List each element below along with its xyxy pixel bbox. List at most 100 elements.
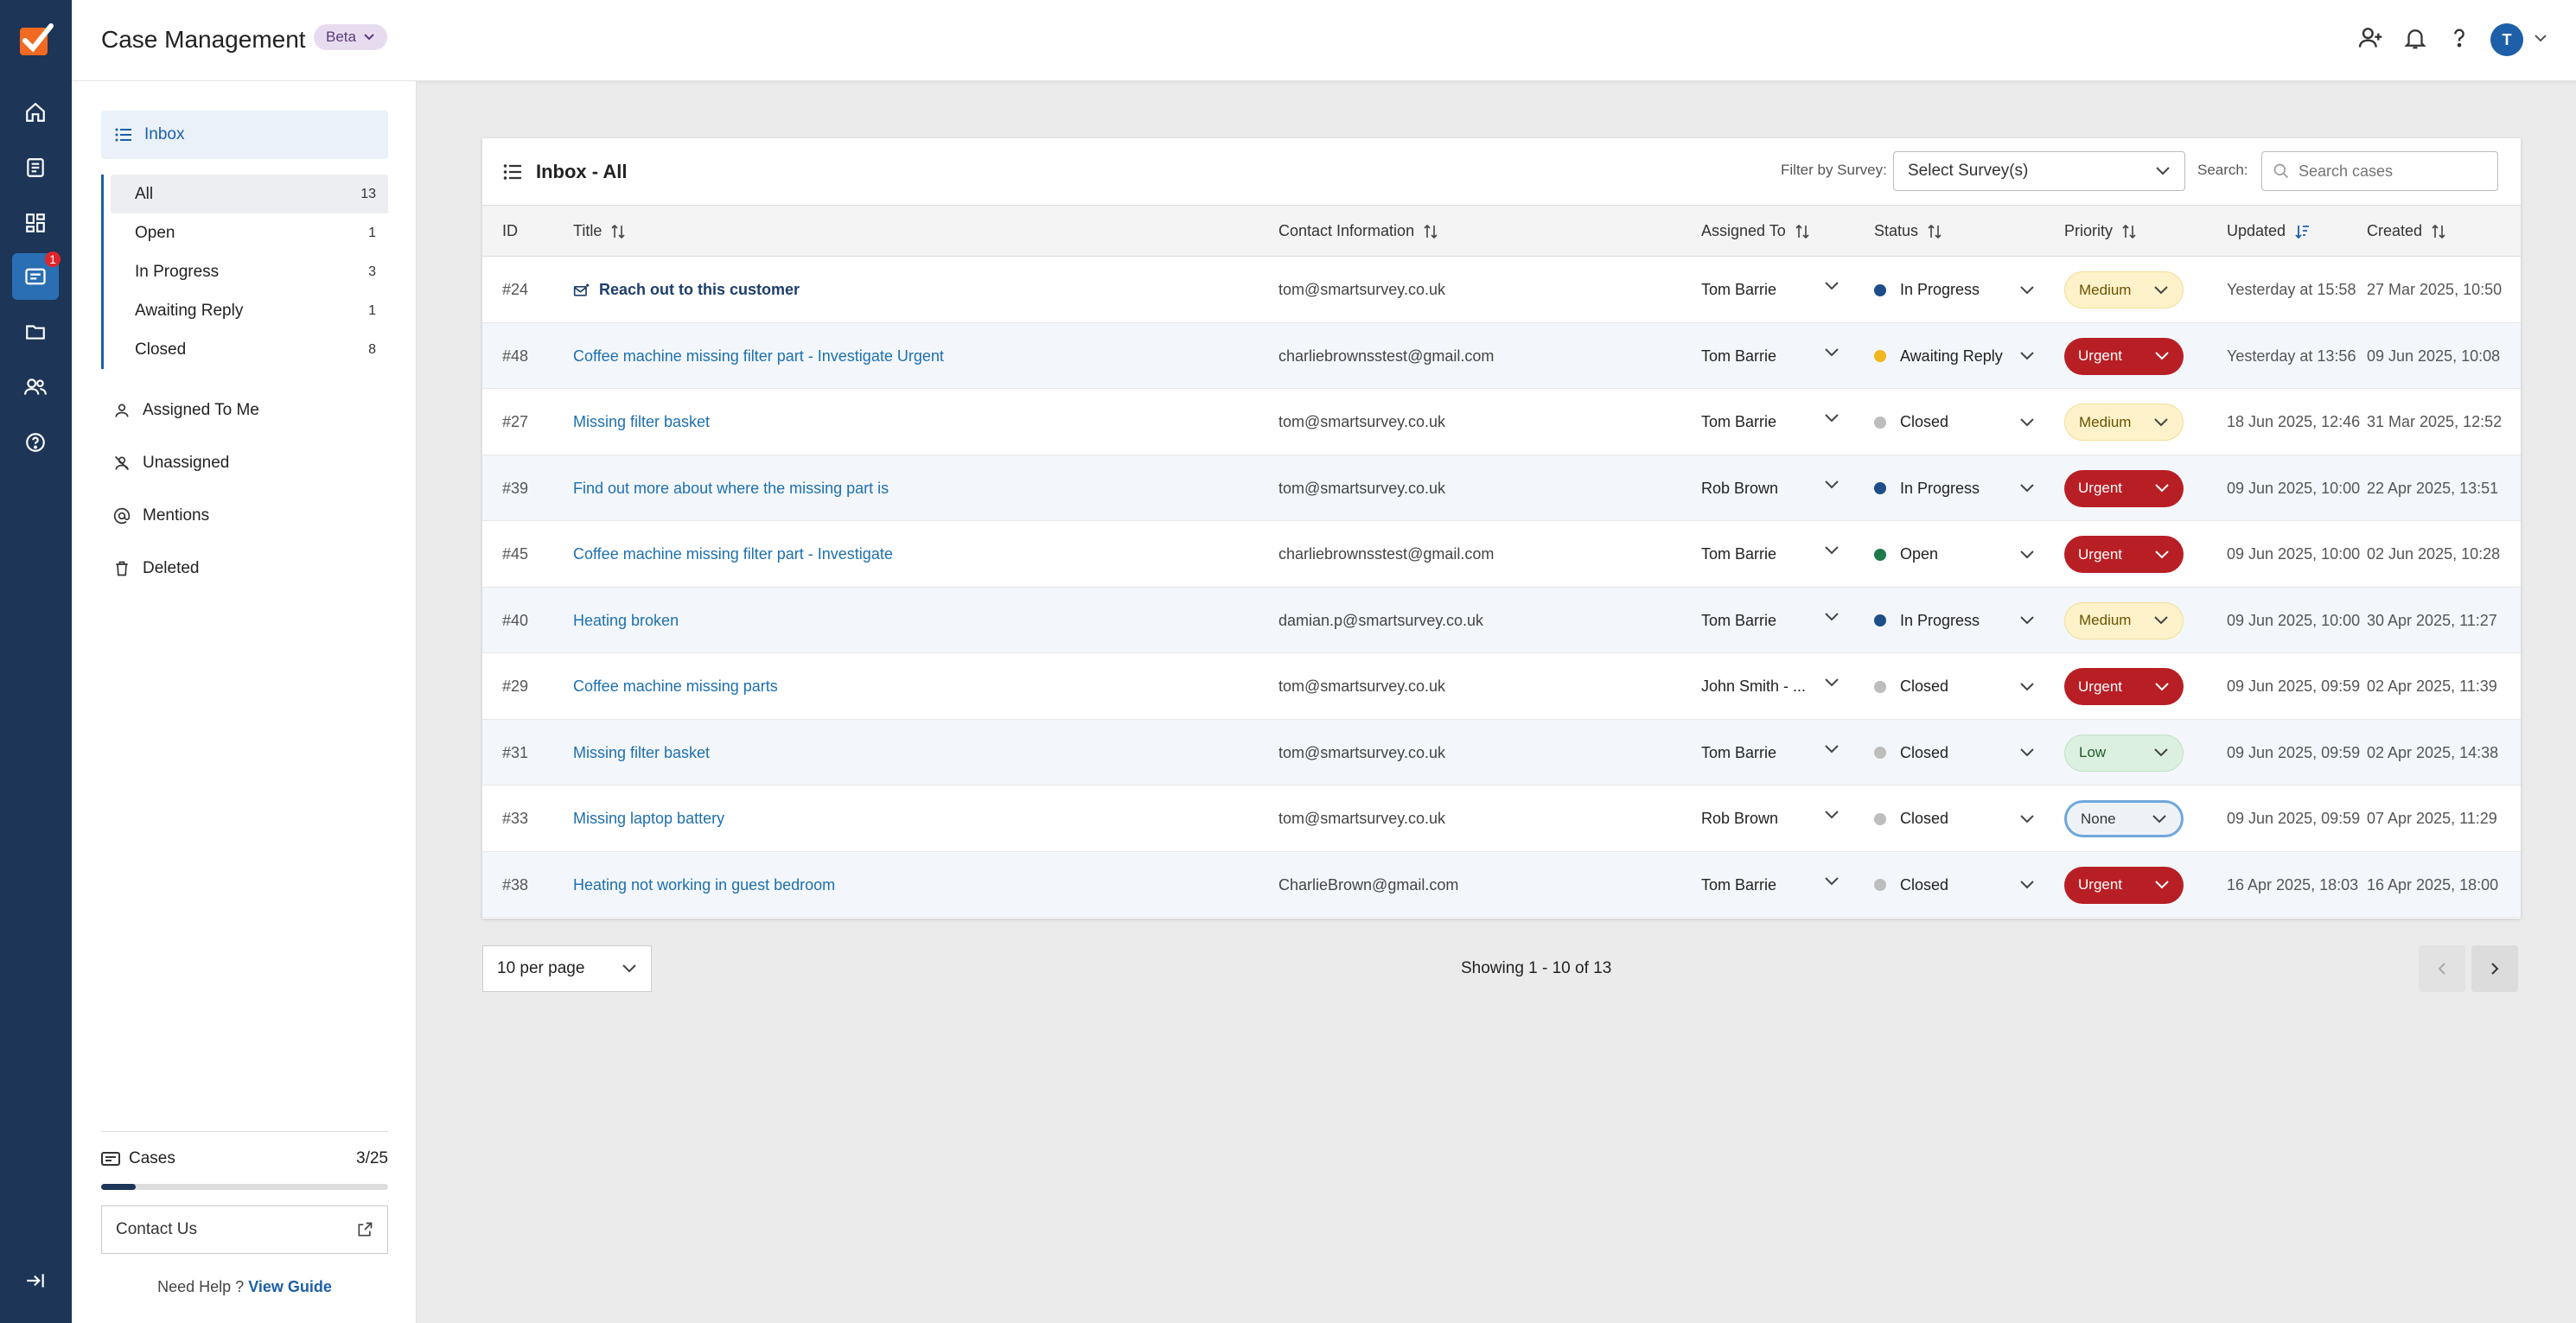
col-priority[interactable]: Priority: [2064, 222, 2137, 240]
status-select[interactable]: Closed: [1874, 413, 2035, 431]
table-row[interactable]: #33 Missing laptop battery tom@smartsurvey…: [482, 786, 2521, 852]
contact-us-button[interactable]: Contact Us: [101, 1205, 388, 1254]
assignee-value: Rob Brown: [1701, 479, 1779, 497]
search-icon: [2273, 163, 2289, 179]
sidebar-item-deleted[interactable]: Deleted: [113, 559, 200, 578]
table-row[interactable]: #39 Find out more about where the missing…: [482, 455, 2521, 521]
case-title-link[interactable]: Heating not working in guest bedroom: [573, 876, 835, 894]
collapse-icon[interactable]: [18, 1263, 53, 1298]
assignee-select[interactable]: John Smith - ...: [1701, 677, 1840, 696]
priority-select[interactable]: Urgent: [2064, 469, 2184, 507]
status-select[interactable]: Open: [1874, 545, 2035, 563]
prev-page-button[interactable]: [2419, 945, 2465, 992]
status-value: Awaiting Reply: [1900, 347, 2003, 365]
sidebar-item-awaiting-reply[interactable]: Awaiting Reply 1: [111, 291, 388, 330]
assignee-select[interactable]: Tom Barrie: [1701, 545, 1840, 563]
assignee-select[interactable]: Rob Brown: [1701, 810, 1840, 828]
assignee-select[interactable]: Tom Barrie: [1701, 876, 1840, 894]
add-user-icon[interactable]: [2356, 24, 2384, 52]
sidebar-item-closed[interactable]: Closed 8: [111, 330, 388, 369]
priority-select[interactable]: Urgent: [2064, 866, 2184, 904]
priority-select[interactable]: Medium: [2064, 601, 2184, 639]
priority-select[interactable]: Medium: [2064, 271, 2184, 308]
status-dot: [1874, 614, 1886, 627]
surveys-icon[interactable]: [18, 150, 53, 185]
help-icon[interactable]: [2447, 24, 2471, 52]
table-row[interactable]: #27 Missing filter basket tom@smartsurvey.…: [482, 389, 2521, 455]
case-title-link[interactable]: Missing laptop battery: [573, 810, 724, 828]
table-row[interactable]: #38 Heating not working in guest bedroom C…: [482, 851, 2521, 918]
priority-select[interactable]: Urgent: [2064, 536, 2184, 573]
col-assigned[interactable]: Assigned To: [1701, 222, 1810, 240]
table-row[interactable]: #24 Reach out to this customer tom@smartsu…: [482, 257, 2521, 323]
chevron-down-icon[interactable]: [2534, 33, 2547, 43]
status-select[interactable]: In Progress: [1874, 281, 2035, 299]
assignee-select[interactable]: Tom Barrie: [1701, 413, 1840, 431]
col-updated[interactable]: Updated: [2227, 222, 2310, 240]
sidebar: Inbox All 13 Open 1 In Progress 3 Awaiting …: [72, 81, 417, 1323]
table-row[interactable]: #40 Heating broken damian.p@smartsurvey.co…: [482, 587, 2521, 653]
status-select[interactable]: Closed: [1874, 876, 2035, 894]
status-select[interactable]: In Progress: [1874, 612, 2035, 630]
avatar[interactable]: T: [2490, 23, 2523, 56]
status-select[interactable]: Closed: [1874, 744, 2035, 762]
app-logo[interactable]: [16, 21, 54, 59]
priority-select[interactable]: None: [2064, 800, 2184, 837]
status-select[interactable]: In Progress: [1874, 480, 2035, 498]
card-header: Inbox - All Filter by Survey: Select Sur…: [482, 138, 2521, 206]
cases-icon[interactable]: 1: [12, 251, 61, 300]
priority-select[interactable]: Medium: [2064, 404, 2184, 441]
table-row[interactable]: #48 Coffee machine missing filter part - …: [482, 322, 2521, 389]
view-guide-link[interactable]: View Guide: [248, 1278, 332, 1295]
assignee-select[interactable]: Tom Barrie: [1701, 744, 1840, 762]
col-status[interactable]: Status: [1874, 222, 1942, 240]
col-created[interactable]: Created: [2367, 222, 2446, 240]
col-contact[interactable]: Contact Information: [1278, 222, 1438, 240]
status-select[interactable]: Closed: [1874, 677, 2035, 696]
help-circle-icon[interactable]: [18, 425, 53, 460]
dashboard-icon[interactable]: [18, 206, 53, 240]
table-row[interactable]: #29 Coffee machine missing parts tom@smart…: [482, 653, 2521, 720]
beta-badge[interactable]: Beta: [314, 24, 387, 50]
sidebar-item-unassigned[interactable]: Unassigned: [113, 454, 229, 473]
sidebar-item-mentions[interactable]: Mentions: [113, 506, 209, 525]
case-title-link[interactable]: Coffee machine missing parts: [573, 677, 778, 696]
case-title-link[interactable]: Heating broken: [573, 612, 679, 630]
assignee-select[interactable]: Rob Brown: [1701, 480, 1840, 498]
case-id: #38: [502, 875, 529, 894]
status-dot: [1874, 350, 1886, 362]
case-title-link[interactable]: Coffee machine missing filter part - Inv…: [573, 545, 893, 563]
bell-icon[interactable]: [2402, 24, 2428, 52]
table-row[interactable]: #45 Coffee machine missing filter part - …: [482, 521, 2521, 588]
case-title-link[interactable]: Find out more about where the missing pa…: [573, 480, 889, 498]
col-title[interactable]: Title: [573, 222, 626, 240]
per-page-select[interactable]: 10 per page: [482, 945, 652, 992]
sidebar-item-assigned-to-me[interactable]: Assigned To Me: [113, 401, 259, 420]
case-title-link[interactable]: Reach out to this customer: [573, 281, 800, 299]
folder-icon[interactable]: [18, 315, 53, 349]
priority-select[interactable]: Urgent: [2064, 668, 2184, 705]
status-select[interactable]: Awaiting Reply: [1874, 347, 2035, 366]
table-header: ID Title Contact Information Assigned To…: [482, 206, 2521, 257]
contacts-icon[interactable]: [18, 370, 53, 404]
sidebar-item-open[interactable]: Open 1: [111, 213, 388, 252]
search-input[interactable]: [2299, 162, 2480, 181]
case-title-text: Reach out to this customer: [599, 281, 800, 298]
assignee-select[interactable]: Tom Barrie: [1701, 281, 1840, 299]
sidebar-item-inbox[interactable]: Inbox: [101, 111, 388, 159]
next-page-button[interactable]: [2471, 945, 2518, 992]
survey-select[interactable]: Select Survey(s): [1893, 151, 2185, 191]
sidebar-item-in-progress[interactable]: In Progress 3: [111, 252, 388, 291]
home-icon[interactable]: [18, 95, 53, 130]
priority-select[interactable]: Low: [2064, 734, 2184, 772]
table-row[interactable]: #31 Missing filter basket tom@smartsurvey.…: [482, 719, 2521, 786]
status-select[interactable]: Closed: [1874, 810, 2035, 828]
sidebar-item-all[interactable]: All 13: [111, 175, 388, 213]
case-title-link[interactable]: Missing filter basket: [573, 744, 710, 762]
priority-select[interactable]: Urgent: [2064, 337, 2184, 375]
case-title-link[interactable]: Coffee machine missing filter part - Inv…: [573, 347, 944, 366]
case-title-link[interactable]: Missing filter basket: [573, 413, 710, 431]
chevron-down-icon: [2020, 352, 2034, 360]
assignee-select[interactable]: Tom Barrie: [1701, 612, 1840, 630]
assignee-select[interactable]: Tom Barrie: [1701, 347, 1840, 366]
